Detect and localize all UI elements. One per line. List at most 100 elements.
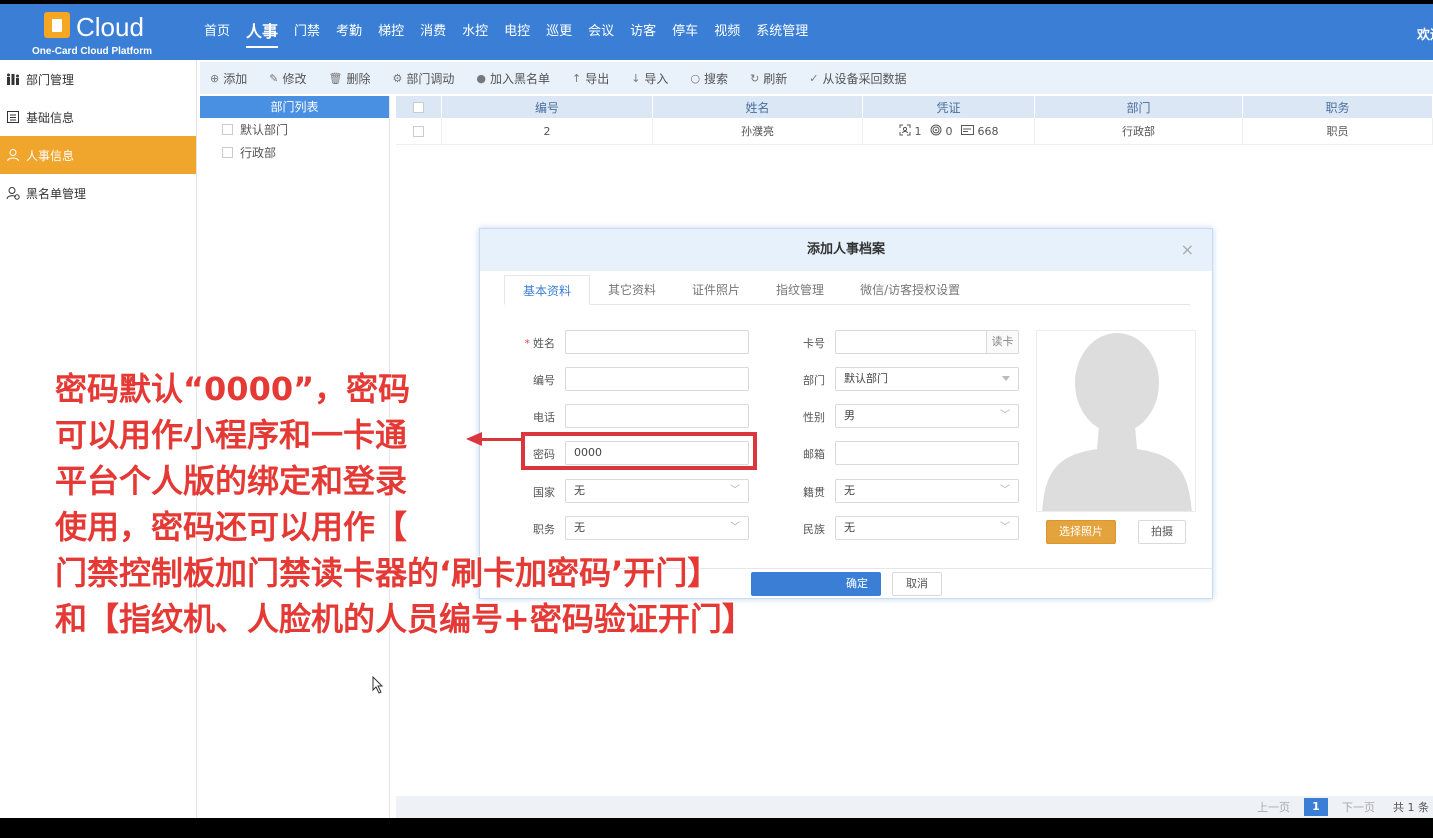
card-input[interactable]: 读卡 <box>835 330 1019 354</box>
nav-item[interactable]: 门禁 <box>286 4 328 60</box>
face-count: 1 <box>914 124 922 138</box>
table-row[interactable]: 2 孙濮亮 1 0 668 行政部 职员 <box>396 118 1433 145</box>
fingerprint-count: 0 <box>945 124 953 138</box>
cell-credential: 1 0 668 <box>863 118 1035 144</box>
fingerprint-icon <box>930 124 942 139</box>
total-count: 共 1 条 <box>1393 801 1429 814</box>
nav-item[interactable]: 系统管理 <box>748 4 816 60</box>
toolbar-icon: ⊕ <box>210 71 220 85</box>
dept-node[interactable]: 行政部 <box>200 141 389 164</box>
toolbar-icon: ↓ <box>631 71 641 85</box>
sidebar-item-dept[interactable]: 部门管理 <box>0 60 196 98</box>
toolbar-button[interactable]: ↻ 刷新 <box>750 70 787 87</box>
welcome-text: 欢迎 <box>1417 28 1433 43</box>
person-icon <box>6 148 20 162</box>
close-icon[interactable]: × <box>1181 229 1194 271</box>
nav-item[interactable]: 消费 <box>412 4 454 60</box>
toolbar-icon: ✓ <box>809 71 819 85</box>
take-photo-button[interactable]: 拍摄 <box>1138 520 1186 544</box>
avatar-silhouette-icon <box>1037 331 1195 511</box>
next-page-button[interactable]: 下一页 <box>1338 799 1379 815</box>
dept-node[interactable]: 默认部门 <box>200 118 389 141</box>
toolbar-button[interactable]: 🗑 删除 <box>328 70 370 87</box>
column-header-position[interactable]: 职务 <box>1243 96 1433 118</box>
tab-basic-info[interactable]: 基本资料 <box>504 275 591 305</box>
cell-name: 孙濮亮 <box>653 118 863 144</box>
nav-item[interactable]: 会议 <box>580 4 622 60</box>
name-input[interactable] <box>565 330 749 354</box>
required-mark: * <box>524 337 531 350</box>
dept-node-label: 默认部门 <box>240 123 289 137</box>
column-header-dept[interactable]: 部门 <box>1035 96 1243 118</box>
dept-panel-title: 部门列表 <box>200 96 389 118</box>
bottom-black-bar <box>0 818 1433 838</box>
nav-item[interactable]: 人事 <box>238 4 286 60</box>
tab-wechat-visitor[interactable]: 微信/访客授权设置 <box>842 275 978 304</box>
nav-item[interactable]: 首页 <box>196 4 238 60</box>
toolbar-icon: ↑ <box>571 71 582 85</box>
pagination: 上一页 1 下一页 共 1 条 <box>396 796 1433 818</box>
main-nav: 首页 人事 门禁 考勤 梯控 消费 水控 电控 巡更 会议 访客 停车 视频 系统管理 <box>196 4 816 60</box>
select-all-checkbox[interactable] <box>413 101 424 113</box>
row-select-cell <box>396 118 442 144</box>
toolbar-icon: ↻ <box>750 71 760 85</box>
logo-icon <box>44 12 70 38</box>
app-screen: Cloud One-Card Cloud Platform 首页 人事 门禁 考勤 梯控… <box>0 4 1433 818</box>
cell-dept: 行政部 <box>1035 118 1243 144</box>
row-checkbox[interactable] <box>413 125 424 137</box>
toolbar-icon: ⚙ <box>392 71 403 85</box>
tab-id-photo[interactable]: 证件照片 <box>674 275 758 304</box>
nav-item[interactable]: 访客 <box>622 4 664 60</box>
card-number: 668 <box>977 124 999 138</box>
logo-text: Cloud <box>76 12 144 42</box>
sidebar-item-personnel[interactable]: 人事信息 <box>0 136 196 174</box>
column-header-credential[interactable]: 凭证 <box>863 96 1035 118</box>
nav-item[interactable]: 视频 <box>706 4 748 60</box>
top-header: Cloud One-Card Cloud Platform 首页 人事 门禁 考勤 梯控… <box>0 4 1433 60</box>
current-page-button[interactable]: 1 <box>1304 798 1328 816</box>
toolbar-button[interactable]: ● 加入黑名单 <box>476 70 550 87</box>
card-label: 卡号 <box>803 337 825 350</box>
modal-tabs: 基本资料 其它资料 证件照片 指纹管理 微信/访客授权设置 <box>504 275 1190 305</box>
nav-item[interactable]: 巡更 <box>538 4 580 60</box>
column-header-number[interactable]: 编号 <box>442 96 653 118</box>
sidebar-item-label: 部门管理 <box>26 72 75 87</box>
toolbar-button[interactable]: ⚙ 部门调动 <box>392 70 454 87</box>
sidebar-item-label: 基础信息 <box>26 110 75 125</box>
list-icon <box>6 110 20 124</box>
nav-item[interactable]: 电控 <box>496 4 538 60</box>
toolbar-button-label: 刷新 <box>763 71 788 86</box>
modal-title: 添加人事档案 <box>806 242 885 257</box>
toolbar-button[interactable]: ⊕ 添加 <box>210 70 247 87</box>
dept-checkbox[interactable] <box>222 147 233 158</box>
nav-item[interactable]: 停车 <box>664 4 706 60</box>
toolbar-icon: ✎ <box>269 71 279 85</box>
nav-item[interactable]: 水控 <box>454 4 496 60</box>
sidebar-item-basic-info[interactable]: 基础信息 <box>0 98 196 136</box>
sidebar-item-blacklist[interactable]: 黑名单管理 <box>0 174 196 212</box>
toolbar-button[interactable]: ○ 搜索 <box>690 70 728 87</box>
credential-group: 1 0 668 <box>899 124 999 139</box>
choose-photo-button[interactable]: 选择照片 <box>1046 520 1116 544</box>
logo-subtitle: One-Card Cloud Platform <box>32 46 153 57</box>
chevron-down-icon: ﹀ <box>1000 410 1010 421</box>
logo: Cloud One-Card Cloud Platform <box>30 8 170 58</box>
nav-item[interactable]: 梯控 <box>370 4 412 60</box>
toolbar-button[interactable]: ↓ 导入 <box>631 70 668 87</box>
toolbar-button[interactable]: ✎ 修改 <box>269 70 306 87</box>
prev-page-button[interactable]: 上一页 <box>1253 799 1294 815</box>
tab-other-info[interactable]: 其它资料 <box>590 275 674 304</box>
toolbar-button[interactable]: ↑ 导出 <box>572 70 609 87</box>
toolbar-button-label: 从设备采回数据 <box>822 71 907 86</box>
table-header: 编号 姓名 凭证 部门 职务 <box>396 96 1433 118</box>
tab-fingerprint[interactable]: 指纹管理 <box>758 275 842 304</box>
dept-checkbox[interactable] <box>222 124 233 135</box>
org-chart-icon <box>6 72 20 86</box>
sidebar-item-label: 人事信息 <box>26 148 75 163</box>
toolbar-button[interactable]: ✓ 从设备采回数据 <box>809 70 906 87</box>
read-card-button[interactable]: 读卡 <box>986 331 1018 353</box>
column-header-name[interactable]: 姓名 <box>653 96 863 118</box>
dept-node-label: 行政部 <box>240 146 277 160</box>
nav-item[interactable]: 考勤 <box>328 4 370 60</box>
person-block-icon <box>6 186 20 200</box>
